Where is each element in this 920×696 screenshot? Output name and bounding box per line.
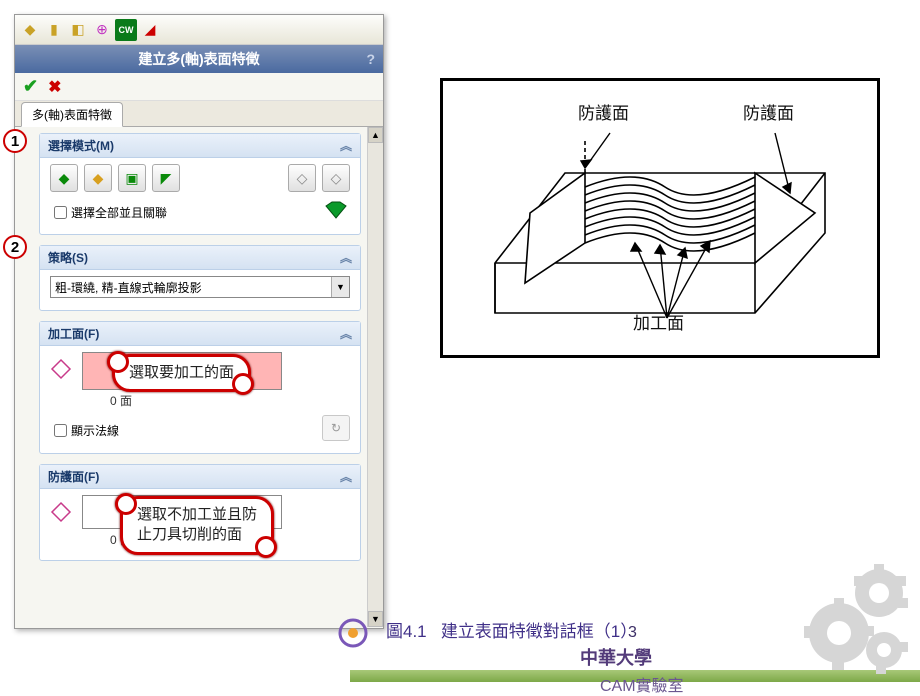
select-mode-btn-3[interactable]: ▣ [118, 164, 146, 192]
select-all-label: 選擇全部並且關聯 [71, 204, 167, 221]
work-face-diamond-icon [50, 358, 72, 380]
tab-surface-feature[interactable]: 多(軸)表面特徵 [21, 102, 123, 127]
bullet-decor-icon [336, 616, 370, 650]
annotation-badge-1: 1 [3, 129, 27, 153]
group-select-mode: 選擇模式(M) ︽ ◆ ◆ ▣ ◤ ◇ ◇ 選擇全 [39, 133, 361, 235]
label-guard-right: 防護面 [743, 99, 794, 124]
filter-btn-1[interactable]: ◇ [288, 164, 316, 192]
label-guard-left: 防護面 [578, 99, 629, 124]
filter-btn-2[interactable]: ◇ [322, 164, 350, 192]
strategy-value[interactable] [51, 277, 331, 297]
collapse-icon[interactable]: ︽ [340, 468, 352, 485]
collapse-icon[interactable]: ︽ [340, 249, 352, 266]
dropdown-icon[interactable]: ▼ [331, 277, 349, 297]
group-header-guard-face[interactable]: 防護面(F) ︽ [40, 465, 360, 489]
ok-button[interactable]: ✔ [23, 76, 38, 97]
select-mode-btn-1[interactable]: ◆ [50, 164, 78, 192]
collapse-icon[interactable]: ︽ [340, 137, 352, 154]
collapse-icon[interactable]: ︽ [340, 325, 352, 342]
show-normals-row[interactable]: 顯示法線 [54, 422, 119, 439]
tab-target-icon[interactable]: ⊕ [91, 19, 113, 41]
property-tabs: 多(軸)表面特徵 [15, 101, 383, 127]
work-face-count: 0 面 [110, 392, 350, 409]
label-work-face: 加工面 [633, 309, 684, 334]
gears-decor-icon [784, 558, 914, 678]
accept-cancel-row: ✔ ✖ [15, 73, 383, 101]
university-name: 中華大學 [580, 644, 652, 670]
select-mode-btn-2[interactable]: ◆ [84, 164, 112, 192]
tab-assembly-icon[interactable]: ◆ [19, 19, 41, 41]
tab-display-icon[interactable]: ◧ [67, 19, 89, 41]
tab-chart-icon[interactable]: ◢ [139, 19, 161, 41]
select-all-checkbox[interactable] [54, 206, 67, 219]
tab-config-icon[interactable]: ▮ [43, 19, 65, 41]
callout-work-face: 選取要加工的面 [112, 354, 251, 392]
diagram-frame: 防護面 防護面 加工面 [440, 78, 880, 358]
dialog-titlebar: 建立多(軸)表面特徵 ? [15, 45, 383, 73]
scroll-down-icon[interactable]: ▼ [368, 611, 383, 627]
group-header-work-face[interactable]: 加工面(F) ︽ [40, 322, 360, 346]
feature-manager-tabs: ◆ ▮ ◧ ⊕ CW ◢ [15, 15, 383, 45]
dialog-title-text: 建立多(軸)表面特徵 [138, 49, 259, 69]
cancel-button[interactable]: ✖ [48, 77, 61, 97]
group-header-strategy[interactable]: 策略(S) ︽ [40, 246, 360, 270]
scrollbar[interactable]: ▲ ▼ [367, 127, 383, 627]
strategy-combo[interactable]: ▼ [50, 276, 350, 298]
diagram-svg [455, 93, 875, 343]
scroll-up-icon[interactable]: ▲ [368, 127, 383, 143]
gem-icon[interactable] [322, 198, 350, 222]
help-button[interactable]: ? [366, 51, 375, 67]
lab-name: CAM實驗室 [600, 672, 684, 696]
select-all-row[interactable]: 選擇全部並且關聯 [54, 204, 167, 221]
group-header-select-mode[interactable]: 選擇模式(M) ︽ [40, 134, 360, 158]
tab-label: 多(軸)表面特徵 [32, 108, 112, 122]
annotation-badge-2: 2 [3, 235, 27, 259]
select-mode-btn-4[interactable]: ◤ [152, 164, 180, 192]
guard-face-diamond-icon [50, 501, 72, 523]
figure-caption: 圖4.1 建立表面特徵對話框（1） [386, 617, 637, 642]
show-normals-checkbox[interactable] [54, 424, 67, 437]
group-strategy: 策略(S) ︽ ▼ [39, 245, 361, 311]
tab-cam-icon[interactable]: CW [115, 19, 137, 41]
callout-guard-face: 選取不加工並且防 止刀具切削的面 [120, 496, 274, 555]
show-normals-label: 顯示法線 [71, 422, 119, 439]
refresh-button[interactable]: ↻ [322, 415, 350, 441]
page-number-inline: 3 [628, 624, 637, 642]
